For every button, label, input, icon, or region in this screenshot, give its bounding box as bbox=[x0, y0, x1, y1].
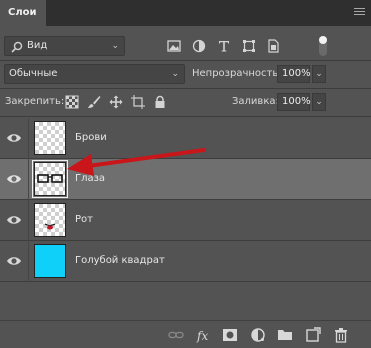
opacity-chevron-icon[interactable]: ⌄ bbox=[312, 65, 326, 83]
visibility-eye-icon[interactable] bbox=[6, 173, 22, 185]
panel-menu-icon[interactable] bbox=[354, 8, 365, 17]
adjustment-layer-icon[interactable] bbox=[250, 327, 266, 343]
filter-kind-dropdown[interactable]: Вид ⌄ bbox=[4, 36, 125, 56]
layer-name: Глаза bbox=[75, 173, 106, 184]
fill-field[interactable]: 100% bbox=[277, 93, 311, 111]
group-folder-icon[interactable] bbox=[277, 327, 293, 343]
smart-object-filter-icon[interactable] bbox=[266, 39, 280, 53]
divider bbox=[0, 60, 371, 61]
tab-layers[interactable]: Слои bbox=[0, 0, 46, 26]
opacity-label: Непрозрачность: bbox=[192, 68, 282, 79]
layers-list: Брови Глаза Рот Голубой квадрат bbox=[0, 118, 371, 285]
lock-position-icon[interactable] bbox=[109, 95, 123, 109]
glasses-thumbnail bbox=[32, 160, 68, 198]
divider bbox=[28, 200, 29, 241]
adjustment-layer-filter-icon[interactable] bbox=[192, 39, 206, 53]
shape-layer-filter-icon[interactable] bbox=[242, 39, 256, 53]
divider bbox=[0, 116, 371, 117]
lock-artboard-icon[interactable] bbox=[131, 95, 145, 109]
blend-mode-value: Обычные bbox=[9, 68, 58, 79]
visibility-eye-icon[interactable] bbox=[6, 132, 22, 144]
opacity-field[interactable]: 100% bbox=[277, 65, 311, 83]
chevron-down-icon: ⌄ bbox=[111, 41, 119, 51]
fill-chevron-icon[interactable]: ⌄ bbox=[312, 93, 326, 111]
layer-mask-icon[interactable] bbox=[222, 327, 238, 343]
layer-row-eyebrows[interactable]: Брови bbox=[0, 118, 371, 159]
layer-row-mouth[interactable]: Рот bbox=[0, 200, 371, 241]
glasses-icon bbox=[37, 174, 63, 183]
visibility-eye-icon[interactable] bbox=[6, 255, 22, 267]
divider bbox=[28, 241, 29, 282]
blend-mode-dropdown[interactable]: Обычные ⌄ bbox=[4, 64, 185, 84]
svg-text:fx: fx bbox=[196, 329, 208, 343]
type-layer-filter-icon[interactable] bbox=[217, 39, 231, 53]
eyebrows-thumbnail bbox=[34, 121, 66, 155]
layer-row-blue-square[interactable]: Голубой квадрат bbox=[0, 241, 371, 282]
divider bbox=[28, 118, 29, 159]
lock-transparent-pixels-icon[interactable] bbox=[65, 95, 79, 109]
filter-kind-value: Вид bbox=[27, 40, 48, 51]
divider bbox=[28, 159, 29, 200]
blue-square-thumbnail bbox=[34, 244, 66, 278]
layers-bottom-toolbar: fx bbox=[0, 320, 371, 348]
layer-name: Рот bbox=[75, 214, 93, 225]
search-icon bbox=[11, 41, 23, 53]
filter-toggle[interactable] bbox=[319, 36, 327, 56]
layer-name: Голубой квадрат bbox=[75, 255, 165, 266]
pixel-layer-filter-icon[interactable] bbox=[167, 39, 181, 53]
layer-row-glasses[interactable]: Глаза bbox=[0, 159, 371, 200]
lock-row: Закрепить: Заливка: 100% ⌄ bbox=[0, 92, 371, 112]
layer-name: Брови bbox=[75, 132, 107, 143]
filter-row: Вид ⌄ bbox=[0, 34, 371, 58]
lock-image-pixels-icon[interactable] bbox=[87, 95, 101, 109]
new-layer-icon[interactable] bbox=[305, 327, 321, 343]
trash-icon[interactable] bbox=[333, 327, 349, 343]
blend-row: Обычные ⌄ Непрозрачность: 100% ⌄ bbox=[0, 63, 371, 85]
lock-label: Закрепить: bbox=[5, 96, 65, 107]
divider bbox=[0, 88, 371, 89]
fill-label: Заливка: bbox=[232, 96, 279, 107]
mouth-icon bbox=[44, 223, 56, 230]
link-layers-icon[interactable] bbox=[168, 327, 184, 343]
panel-tab-bar: Слои bbox=[0, 0, 371, 26]
mouth-thumbnail bbox=[34, 203, 66, 237]
lock-all-icon[interactable] bbox=[153, 95, 167, 109]
visibility-eye-icon[interactable] bbox=[6, 214, 22, 226]
fx-icon[interactable]: fx bbox=[196, 327, 212, 343]
chevron-down-icon: ⌄ bbox=[171, 69, 179, 79]
